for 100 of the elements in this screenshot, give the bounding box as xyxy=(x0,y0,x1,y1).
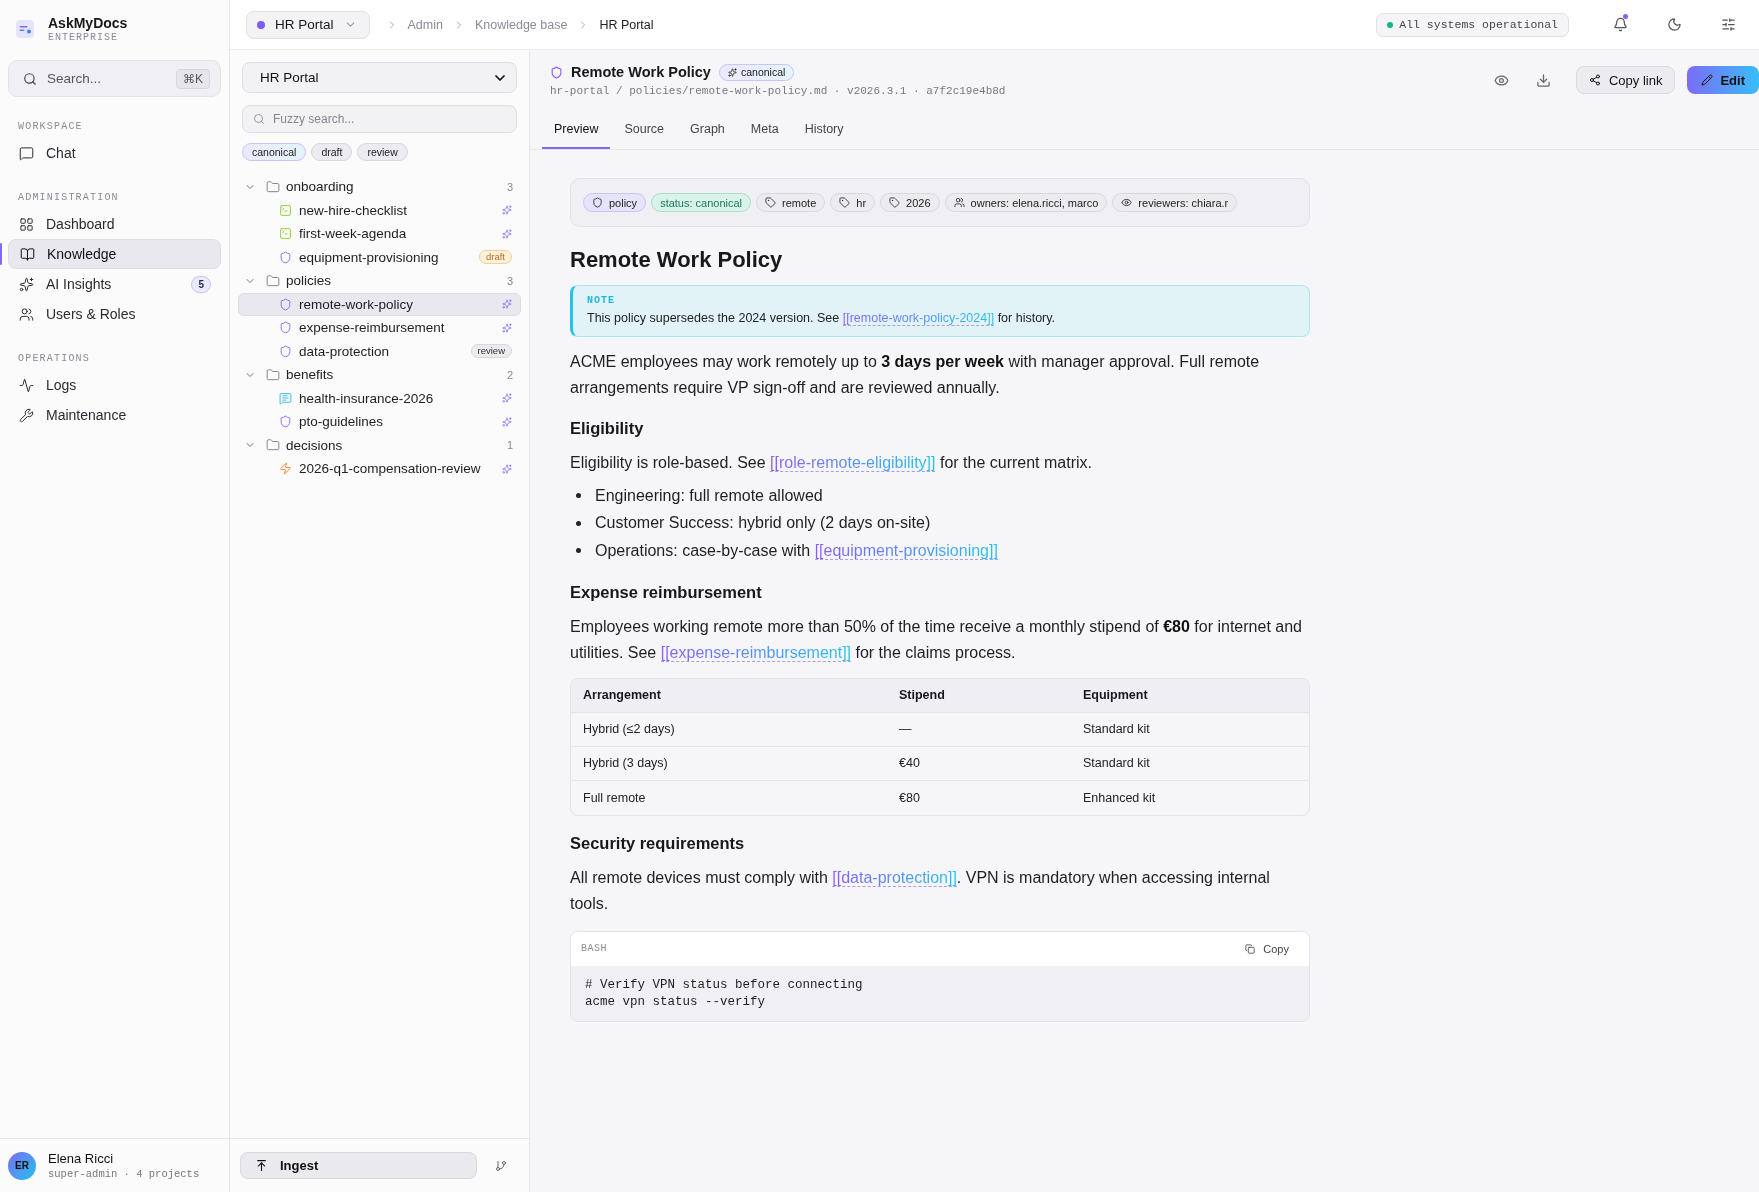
note-label: NOTE xyxy=(587,295,616,306)
tab[interactable]: Preview xyxy=(542,110,611,149)
grid-icon xyxy=(19,216,34,232)
section-title: OPERATIONS xyxy=(17,353,91,364)
nav-item[interactable]: Users & Roles xyxy=(8,299,221,329)
folder-row[interactable]: decisions 1 xyxy=(238,433,521,457)
document-title: Remote Work Policy xyxy=(571,64,711,80)
paragraph: Eligibility is role-based. See [[role-remote-eligibility]] for the current matrix. xyxy=(570,453,1093,474)
breadcrumb[interactable]: Knowledge base xyxy=(474,17,568,32)
filter-chip[interactable]: draft xyxy=(311,143,353,161)
active-indicator xyxy=(0,243,2,265)
tag-icon xyxy=(889,197,901,208)
section-title: WORKSPACE xyxy=(17,121,84,132)
sparkle-icon xyxy=(502,416,512,427)
user-avatar[interactable]: ER xyxy=(8,1151,36,1180)
tree-item[interactable]: remote-work-policy xyxy=(238,292,521,316)
app-edition: ENTERPRISE xyxy=(48,32,119,43)
terminal-icon xyxy=(279,227,292,241)
user-role: super-admin · 4 projects xyxy=(48,1168,200,1180)
pulse-icon xyxy=(19,377,34,393)
tree-item[interactable]: equipment-provisioning draft xyxy=(238,245,521,269)
search-icon xyxy=(23,71,37,86)
column-header: Arrangement xyxy=(571,678,887,713)
paragraph: All remote devices must comply with [[data-protection]]. VPN is mandatory when accessing internal tools. xyxy=(570,867,1271,914)
nav-item[interactable]: Chat xyxy=(8,138,221,168)
meta-chip: owners: elena.ricci, marco xyxy=(944,193,1108,212)
folder-row[interactable]: benefits 2 xyxy=(238,363,521,387)
section-heading: Expense reimbursement xyxy=(570,582,763,602)
tree-item[interactable]: health-insurance-2026 xyxy=(238,386,521,410)
tag-icon xyxy=(839,197,851,208)
share-icon xyxy=(1588,74,1601,86)
nav-item[interactable]: Maintenance xyxy=(8,400,221,430)
users-icon xyxy=(953,197,965,208)
project-select[interactable]: HR Portal xyxy=(242,62,517,93)
copy-button[interactable]: Copy xyxy=(1245,942,1289,955)
count-badge: 5 xyxy=(191,275,211,293)
breadcrumb[interactable]: Admin xyxy=(407,17,443,32)
item-count: 2 xyxy=(506,368,513,381)
sparkle-icon xyxy=(502,228,512,239)
tab[interactable]: Source xyxy=(612,110,677,149)
nav-item[interactable]: AI Insights 5 xyxy=(8,269,221,299)
column-header: Stipend xyxy=(887,678,1071,713)
sparkle-icon xyxy=(502,393,512,404)
nav-item[interactable]: Dashboard xyxy=(8,209,221,239)
book-icon xyxy=(20,246,35,262)
shield-icon xyxy=(279,415,292,429)
page-heading: Remote Work Policy xyxy=(570,247,784,273)
sparkle-icon xyxy=(727,67,737,77)
tree-item[interactable]: first-week-agenda xyxy=(238,222,521,246)
list-item: Customer Success: hybrid only (2 days on-site) xyxy=(595,514,931,533)
ingest-button[interactable]: Ingest xyxy=(240,1152,477,1179)
item-count: 3 xyxy=(506,180,513,193)
tab[interactable]: Meta xyxy=(738,110,791,149)
nav-item[interactable]: Logs xyxy=(8,370,221,400)
item-count: 3 xyxy=(506,274,513,287)
meta-chip: hr xyxy=(830,193,876,212)
sparkle-icon xyxy=(502,299,512,310)
users-icon xyxy=(19,306,34,322)
search-field[interactable]: Search... ⌘K xyxy=(8,60,221,97)
tree-item[interactable]: data-protection review xyxy=(238,339,521,363)
table-cell-text: Full remote xyxy=(582,789,647,807)
chat-icon xyxy=(19,145,34,161)
column-header: Equipment xyxy=(1071,678,1309,713)
status-pill: All systems operational xyxy=(1376,12,1569,37)
folder-row[interactable]: onboarding 3 xyxy=(238,175,521,199)
wrench-icon xyxy=(19,407,34,423)
tree-item[interactable]: expense-reimbursement xyxy=(238,316,521,340)
copy-icon xyxy=(1245,943,1256,954)
bullet-icon xyxy=(576,493,581,499)
state-badge: draft xyxy=(479,250,512,265)
edit-button[interactable]: Edit xyxy=(1687,66,1759,94)
sparkle-icon xyxy=(502,463,512,474)
user-name: Elena Ricci xyxy=(48,1151,115,1166)
search-icon xyxy=(253,113,265,125)
app-name: AskMyDocs xyxy=(48,15,128,31)
filter-chip[interactable]: canonical xyxy=(242,143,307,161)
copy-link-button[interactable]: Copy link xyxy=(1575,66,1676,94)
shield-icon xyxy=(550,65,563,79)
table-cell: Standard kit xyxy=(1071,712,1309,747)
table-cell: Standard kit xyxy=(1071,746,1309,781)
table-cell: Hybrid (3 days) xyxy=(571,746,887,781)
table-cell-text: €80 xyxy=(898,789,921,807)
filter-chip[interactable]: review xyxy=(357,143,408,161)
tree-item[interactable]: 2026-q1-compensation-review xyxy=(238,457,521,481)
tree-item[interactable]: new-hire-checklist xyxy=(238,198,521,222)
folder-icon xyxy=(266,273,280,288)
shield-icon xyxy=(279,297,292,311)
tab[interactable]: History xyxy=(792,110,856,149)
code-line: # Verify VPN status before connecting xyxy=(585,977,864,992)
logo-icon xyxy=(16,20,34,38)
tree-item[interactable]: pto-guidelines xyxy=(238,410,521,434)
code-language: BASH xyxy=(581,943,607,954)
terminal-icon xyxy=(279,203,292,217)
section-heading: Security requirements xyxy=(570,833,746,853)
sparkle-icon xyxy=(502,322,512,333)
folder-row[interactable]: policies 3 xyxy=(238,269,521,293)
project-switcher[interactable]: HR Portal xyxy=(246,10,370,39)
nav-item[interactable]: Knowledge xyxy=(8,239,221,269)
breadcrumb: HR Portal xyxy=(599,17,654,32)
tab[interactable]: Graph xyxy=(678,110,737,149)
